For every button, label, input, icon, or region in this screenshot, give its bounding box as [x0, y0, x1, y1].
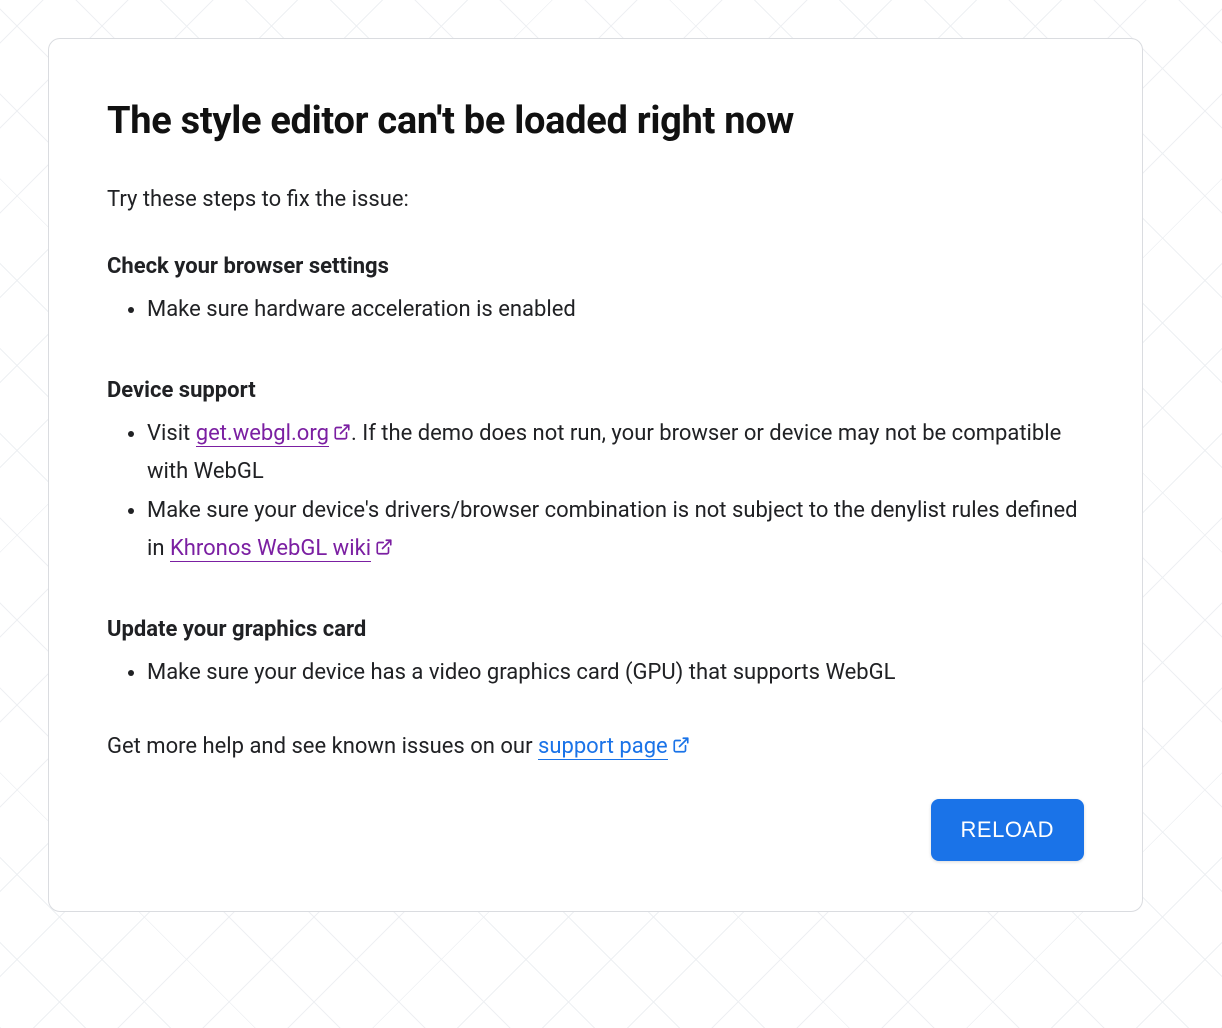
list-item: Make sure your device's drivers/browser … — [147, 492, 1084, 569]
reload-button[interactable]: RELOAD — [931, 799, 1084, 861]
section-list: Make sure your device has a video graphi… — [107, 654, 1084, 693]
error-card: The style editor can't be loaded right n… — [48, 38, 1143, 912]
section-list: Visit get.webgl.org. If the demo does no… — [107, 415, 1084, 569]
section-list: Make sure hardware acceleration is enabl… — [107, 291, 1084, 330]
support-page-link[interactable]: support page — [538, 734, 668, 760]
list-item: Make sure your device has a video graphi… — [147, 654, 1084, 693]
list-item: Visit get.webgl.org. If the demo does no… — [147, 415, 1084, 492]
external-link-icon — [375, 531, 393, 570]
intro-text: Try these steps to fix the issue: — [107, 187, 1084, 212]
section-heading: Check your browser settings — [107, 254, 1084, 279]
section-heading: Device support — [107, 378, 1084, 403]
external-link[interactable]: get.webgl.org — [196, 421, 329, 447]
troubleshoot-sections: Check your browser settings Make sure har… — [107, 254, 1084, 692]
error-title: The style editor can't be loaded right n… — [107, 99, 1084, 143]
external-link-icon — [333, 416, 351, 455]
external-link[interactable]: Khronos WebGL wiki — [170, 536, 371, 562]
button-row: RELOAD — [107, 799, 1084, 861]
footer-text: Get more help and see known issues on ou… — [107, 734, 1084, 759]
external-link-icon — [672, 735, 690, 760]
section-heading: Update your graphics card — [107, 617, 1084, 642]
list-item: Make sure hardware acceleration is enabl… — [147, 291, 1084, 330]
